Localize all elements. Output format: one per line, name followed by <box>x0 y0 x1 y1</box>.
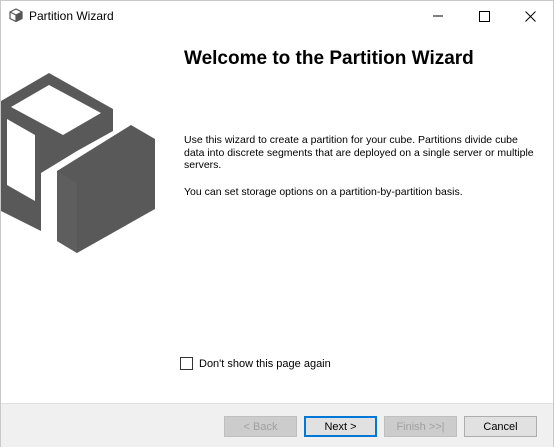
cancel-button[interactable]: Cancel <box>464 416 537 437</box>
wizard-footer: < Back Next > Finish >>| Cancel <box>1 403 553 447</box>
page-description: Use this wizard to create a partition fo… <box>184 134 534 171</box>
title-bar[interactable]: Partition Wizard <box>1 1 553 31</box>
page-title: Welcome to the Partition Wizard <box>184 48 474 69</box>
minimize-button[interactable] <box>415 1 461 31</box>
finish-button[interactable]: Finish >>| <box>384 416 457 437</box>
dont-show-again-label[interactable]: Don't show this page again <box>199 358 331 370</box>
storage-note: You can set storage options on a partiti… <box>184 186 463 198</box>
dont-show-again-checkbox[interactable] <box>180 357 193 370</box>
dont-show-again-option[interactable]: Don't show this page again <box>180 356 331 371</box>
partition-wizard-window: Partition Wizard Welcome to the Partitio… <box>0 0 554 447</box>
maximize-icon <box>478 10 490 22</box>
next-button[interactable]: Next > <box>304 416 377 437</box>
window-title: Partition Wizard <box>29 9 114 23</box>
maximize-button[interactable] <box>461 1 507 31</box>
close-button[interactable] <box>507 1 553 31</box>
close-icon <box>524 10 536 22</box>
cube-icon <box>9 8 23 23</box>
cube-partition-icon <box>1 61 161 261</box>
back-button[interactable]: < Back <box>224 416 297 437</box>
minimize-icon <box>433 11 443 21</box>
